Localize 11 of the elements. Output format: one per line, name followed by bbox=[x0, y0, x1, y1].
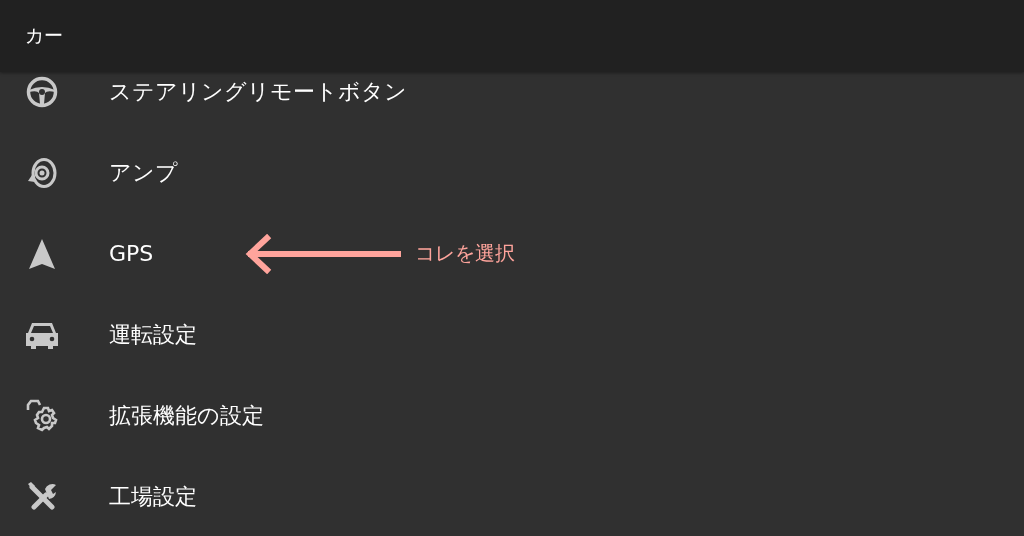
setting-item[interactable]: アンプ bbox=[109, 157, 178, 188]
setting-item[interactable]: 運転設定 bbox=[109, 319, 197, 350]
navigation-arrow-icon bbox=[27, 237, 57, 270]
steering-wheel-icon bbox=[25, 74, 59, 109]
setting-item[interactable]: 工場設定 bbox=[109, 481, 197, 512]
setting-item[interactable]: ステアリングリモートボタン bbox=[109, 76, 407, 107]
setting-item[interactable]: GPS bbox=[109, 241, 154, 266]
annotation-text: コレを選択 bbox=[415, 240, 515, 267]
app-bar-title: カー bbox=[25, 23, 63, 48]
speaker-icon bbox=[25, 155, 59, 190]
setting-item[interactable]: 拡張機能の設定 bbox=[109, 400, 264, 431]
